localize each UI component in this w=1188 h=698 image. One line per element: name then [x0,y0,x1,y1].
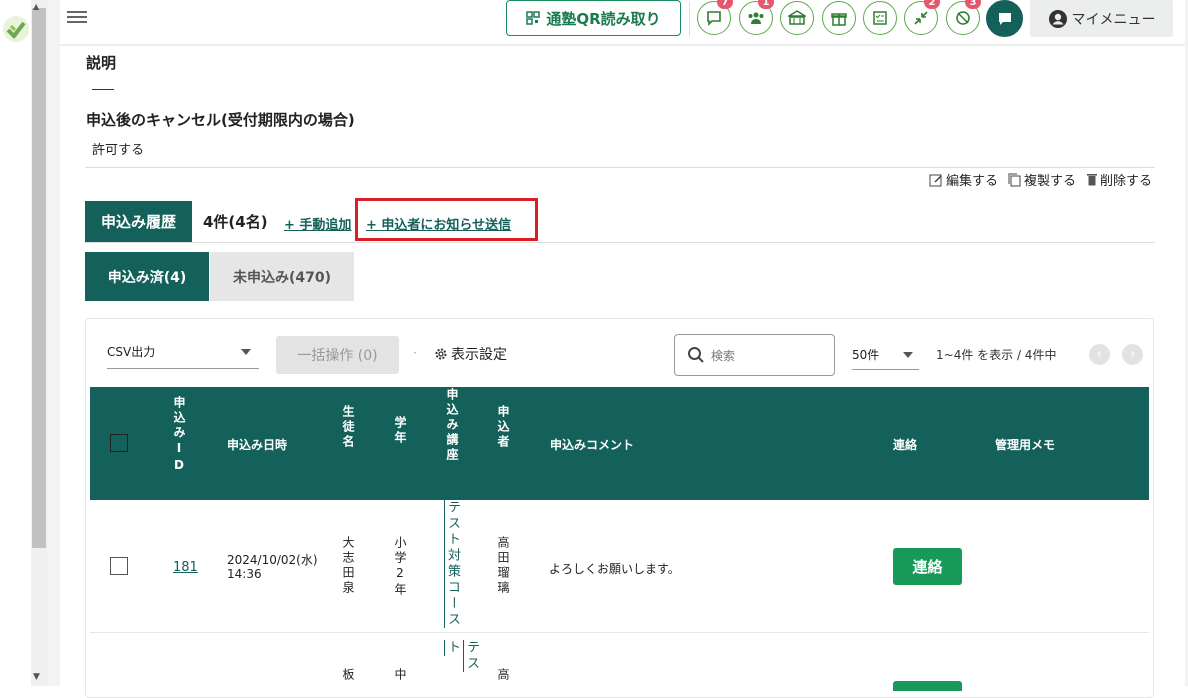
row-checkbox[interactable] [110,557,128,575]
select-all-checkbox[interactable] [110,434,128,452]
cancel-policy-label: 申込後のキャンセル(受付期限内の場合) [86,111,355,129]
gear-icon [435,348,447,360]
school-icon[interactable] [780,1,814,35]
prev-page-icon[interactable]: ‹ [1089,344,1110,365]
header-student: 生徒名 [341,405,355,450]
left-gutter [47,0,60,686]
qr-scan-label: 通塾QR読み取り [546,9,661,28]
edit-icon [929,174,942,186]
applicant-name: 高 [496,668,510,683]
disabled-badge: 3 [965,0,981,9]
header-applicant: 申込者 [496,405,510,450]
student-name: 板 [341,668,355,683]
manual-add-link[interactable]: + 手動追加 [284,214,351,233]
gift-icon[interactable] [822,1,856,35]
course-link[interactable]: テスト対策コース [443,500,462,632]
application-comment: よろしくお願いします。 [549,562,680,576]
divider [85,167,1155,168]
hamburger-menu-icon[interactable] [67,8,87,26]
copy-label: 複製する [1024,174,1077,189]
search-icon [688,347,704,363]
header-date: 申込み日時 [227,438,288,452]
app-logo [2,14,30,44]
description-label: 説明 [86,54,117,72]
members-badge: 1 [758,0,774,9]
csv-label: CSV出力 [107,345,156,359]
pagination-range: 1~4件 を表示 / 4件中 [936,348,1057,362]
display-settings-button[interactable]: 表示設定 [434,344,507,364]
course-link[interactable]: テスト [443,640,481,686]
scroll-down-icon[interactable]: ▼ [33,672,40,682]
copy-icon [1008,173,1021,186]
header-course: 申込み講座 [445,388,459,463]
highlight-box [355,198,538,241]
chat-badge: 7 [717,0,733,9]
my-menu-button[interactable]: マイメニュー [1030,0,1173,37]
qr-icon [526,11,541,25]
scroll-up-icon[interactable]: ▲ [33,2,39,11]
trash-icon [1087,174,1097,186]
message-icon[interactable] [986,0,1023,37]
contact-button[interactable]: 連絡 [893,548,962,585]
csv-export-select[interactable]: CSV出力 [107,335,259,369]
per-page-select[interactable]: 50件 [852,340,919,370]
history-divider [85,242,1155,243]
edit-label: 編集する [946,174,999,189]
edit-action[interactable]: 編集する [929,170,998,189]
header-memo: 管理用メモ [995,438,1056,452]
dropdown-arrow-icon [903,351,913,358]
my-menu-label: マイメニュー [1071,11,1156,28]
history-tab[interactable]: 申込み履歴 [85,201,192,242]
scrollbar-thumb[interactable] [32,8,46,548]
application-time: 14:36 [227,567,262,581]
student-grade: 中 [393,668,407,683]
student-name: 大志田泉 [341,536,355,596]
delete-action[interactable]: 削除する [1087,170,1152,189]
separator-dot: · [413,346,417,360]
copy-action[interactable]: 複製する [1008,170,1076,189]
display-settings-label: 表示設定 [451,347,507,363]
search-placeholder: 検索 [711,348,736,363]
header-id: 申込みID [172,396,186,475]
delete-label: 削除する [1100,174,1153,189]
header-contact: 連絡 [893,438,918,452]
search-input[interactable]: 検索 [674,334,835,376]
application-date: 2024/10/02(水) [227,553,318,567]
user-icon [1048,9,1067,28]
application-id-link[interactable]: 181 [173,560,198,575]
next-page-icon[interactable]: › [1122,344,1143,365]
description-empty-dash [92,89,114,90]
tab-not-applied[interactable]: 未申込み(470) [210,252,354,301]
qr-scan-button[interactable]: 通塾QR読み取り [506,0,681,36]
header-grade: 学年 [393,416,407,446]
bulk-action-button[interactable]: 一括操作 (0) [276,336,399,374]
checklist-icon[interactable] [863,1,897,35]
header-comment: 申込みコメント [550,438,635,452]
applicant-name: 高田瑠璃 [496,536,510,596]
student-grade: 小学2年 [393,536,407,598]
per-page-value: 50件 [852,348,880,362]
history-count: 4件(4名) [203,213,268,231]
alerts-badge: 2 [924,0,940,9]
dropdown-arrow-icon [241,348,251,355]
header-divider [689,2,690,36]
contact-button[interactable] [893,681,962,691]
cancel-policy-value: 許可する [92,143,145,158]
tab-applied[interactable]: 申込み済(4) [85,252,209,301]
header-shadow [60,44,1185,46]
